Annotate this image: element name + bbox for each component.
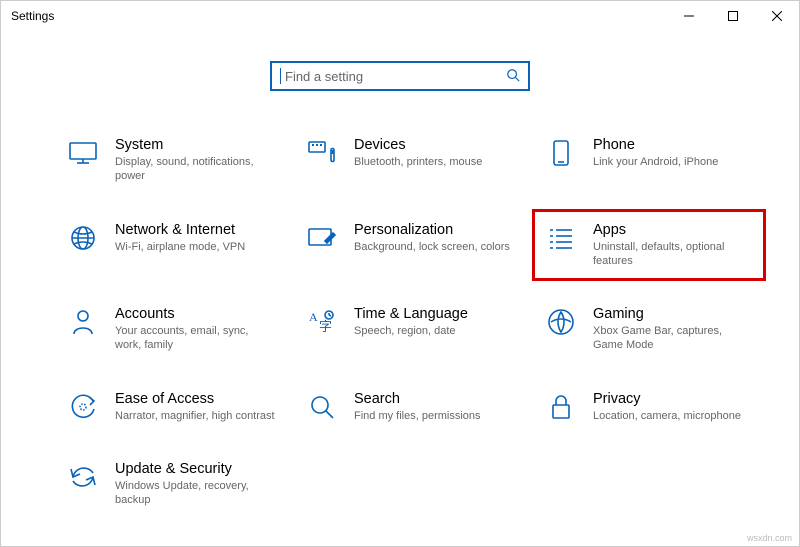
tile-update-security[interactable]: Update & Security Windows Update, recove… (61, 455, 281, 514)
lock-icon (545, 391, 577, 423)
search-icon (506, 68, 520, 85)
tile-apps[interactable]: Apps Uninstall, defaults, optional featu… (539, 216, 759, 275)
tile-title: Gaming (593, 306, 753, 322)
maximize-button[interactable] (711, 1, 755, 31)
tile-desc: Find my files, permissions (354, 409, 514, 423)
globe-icon (67, 222, 99, 254)
minimize-button[interactable] (667, 1, 711, 31)
tile-title: Accounts (115, 306, 275, 322)
tile-title: Phone (593, 137, 753, 153)
tile-desc: Background, lock screen, colors (354, 240, 514, 254)
tile-network[interactable]: Network & Internet Wi-Fi, airplane mode,… (61, 216, 281, 275)
magnifier-icon (306, 391, 338, 423)
tile-search[interactable]: Search Find my files, permissions (300, 385, 520, 429)
tile-phone[interactable]: Phone Link your Android, iPhone (539, 131, 759, 190)
sync-icon (67, 461, 99, 493)
svg-text:A: A (309, 310, 318, 324)
tile-time-language[interactable]: A字 Time & Language Speech, region, date (300, 300, 520, 359)
tile-desc: Windows Update, recovery, backup (115, 479, 275, 508)
search-placeholder: Find a setting (285, 69, 363, 84)
tile-personalization[interactable]: Personalization Background, lock screen,… (300, 216, 520, 275)
titlebar: Settings (1, 1, 799, 31)
tile-desc: Speech, region, date (354, 324, 514, 338)
phone-icon (545, 137, 577, 169)
tile-ease-of-access[interactable]: Ease of Access Narrator, magnifier, high… (61, 385, 281, 429)
person-icon (67, 306, 99, 338)
tile-system[interactable]: System Display, sound, notifications, po… (61, 131, 281, 190)
tile-title: Update & Security (115, 461, 275, 477)
tile-desc: Wi-Fi, airplane mode, VPN (115, 240, 275, 254)
search-input[interactable]: Find a setting (270, 61, 530, 91)
devices-icon (306, 137, 338, 169)
close-button[interactable] (755, 1, 799, 31)
tile-desc: Uninstall, defaults, optional features (593, 240, 753, 269)
paint-icon (306, 222, 338, 254)
tile-devices[interactable]: Devices Bluetooth, printers, mouse (300, 131, 520, 190)
tile-desc: Xbox Game Bar, captures, Game Mode (593, 324, 753, 353)
watermark: wsxdn.com (747, 533, 792, 543)
accessibility-icon (67, 391, 99, 423)
tile-desc: Bluetooth, printers, mouse (354, 155, 514, 169)
window-controls (667, 1, 799, 31)
text-caret (280, 68, 281, 84)
language-icon: A字 (306, 306, 338, 338)
svg-text:字: 字 (319, 319, 332, 334)
tile-title: Ease of Access (115, 391, 275, 407)
tile-desc: Your accounts, email, sync, work, family (115, 324, 275, 353)
tile-title: Network & Internet (115, 222, 275, 238)
tile-title: Time & Language (354, 306, 514, 322)
tile-title: Privacy (593, 391, 753, 407)
tile-title: Apps (593, 222, 753, 238)
tile-desc: Location, camera, microphone (593, 409, 753, 423)
tile-desc: Link your Android, iPhone (593, 155, 753, 169)
tile-gaming[interactable]: Gaming Xbox Game Bar, captures, Game Mod… (539, 300, 759, 359)
tile-desc: Narrator, magnifier, high contrast (115, 409, 275, 423)
tile-title: System (115, 137, 275, 153)
tile-title: Personalization (354, 222, 514, 238)
tile-accounts[interactable]: Accounts Your accounts, email, sync, wor… (61, 300, 281, 359)
gaming-icon (545, 306, 577, 338)
tile-privacy[interactable]: Privacy Location, camera, microphone (539, 385, 759, 429)
tile-desc: Display, sound, notifications, power (115, 155, 275, 184)
display-icon (67, 137, 99, 169)
tile-title: Devices (354, 137, 514, 153)
tile-title: Search (354, 391, 514, 407)
window-title: Settings (11, 9, 54, 23)
search-row: Find a setting (1, 61, 799, 91)
list-icon (545, 222, 577, 254)
settings-grid: System Display, sound, notifications, po… (1, 131, 799, 514)
